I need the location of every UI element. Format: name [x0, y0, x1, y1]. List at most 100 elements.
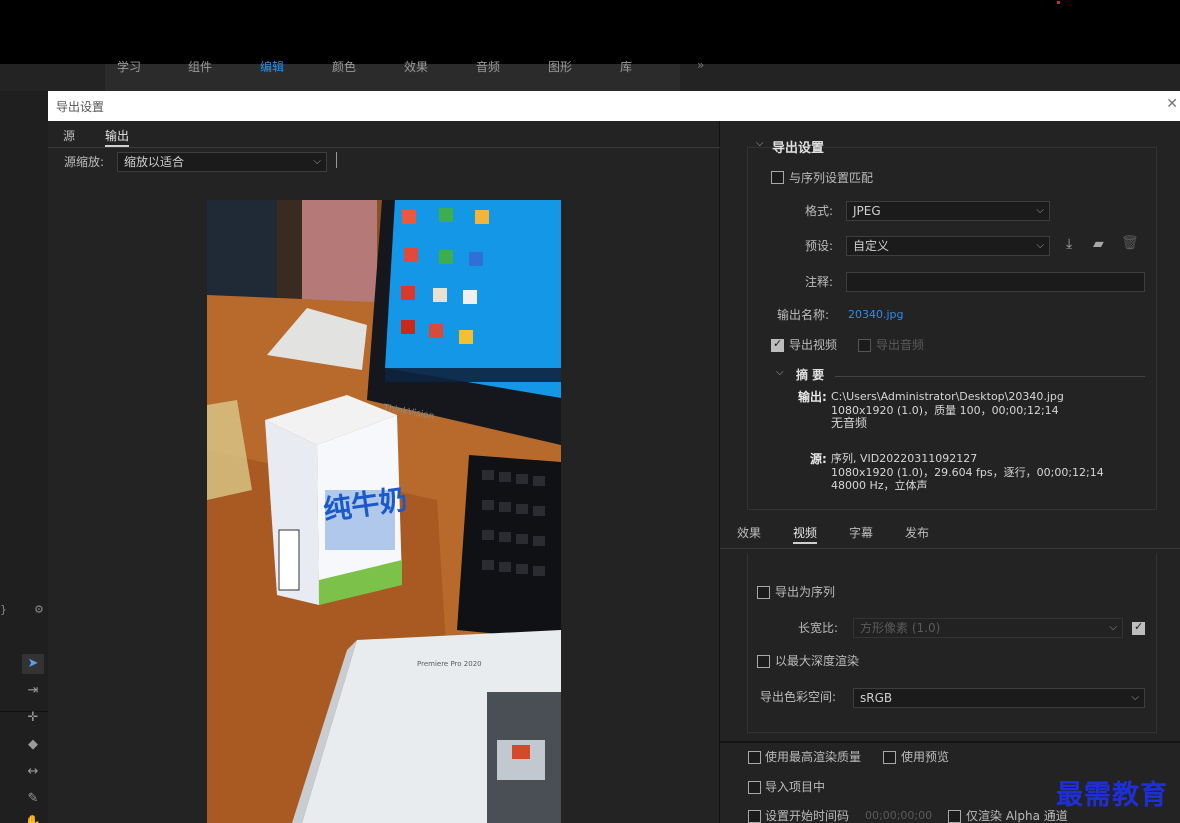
export-as-sequence-label: 导出为序列 [775, 585, 836, 599]
panel-menu-icon[interactable]: } [0, 603, 7, 616]
summary-divider [835, 376, 1145, 377]
settings-pane: ⌵ 导出设置 与序列设置匹配 格式: JPEG ⌵ 预设: 自定义 ⌵ ⤓ ▰ … [720, 121, 1180, 823]
comment-input[interactable] [846, 272, 1145, 292]
workspace-tab-libraries[interactable]: 库 [620, 58, 632, 75]
render-alpha-only-label: 仅渲染 Alpha 通道 [966, 809, 1068, 823]
max-depth-label: 以最大深度渲染 [775, 654, 860, 668]
use-previews-label: 使用预览 [901, 750, 950, 764]
download-icon[interactable]: ⤓ [1066, 236, 1072, 252]
chevron-down-icon: ⌵ [313, 156, 321, 167]
format-label: 格式: [805, 204, 834, 218]
dialog-title-bar: 导出设置 ✕ [48, 91, 1180, 121]
set-start-timecode-checkbox[interactable] [748, 810, 761, 823]
export-video-checkbox[interactable] [771, 337, 784, 352]
workspace-tab-audio[interactable]: 音频 [476, 58, 500, 75]
chevron-down-icon: ⌵ [1036, 240, 1044, 251]
app-top-bar [0, 0, 1180, 64]
start-timecode-value[interactable]: 00;00;00;00 [865, 809, 932, 822]
workspace-tab-edit[interactable]: 编辑 [260, 58, 284, 75]
preset-value: 自定义 [853, 239, 890, 253]
settings-icon[interactable]: ⚙ [34, 603, 44, 616]
preview-tabs: 源 输出 [48, 121, 720, 148]
tools-panel: } ⚙ ➤ ⇥ ✛ ◆ ↔ ✎ ✋ [0, 91, 48, 823]
summary-output-key: 输出: [798, 390, 827, 404]
track-select-tool-icon[interactable]: ⇥ [22, 681, 44, 701]
workspace-bar: 学习 组件 编辑 颜色 效果 音频 图形 库 » [0, 58, 1180, 91]
workspace-tab-effects[interactable]: 效果 [404, 58, 428, 75]
summary-heading[interactable]: ⌵ 摘 要 [776, 366, 824, 383]
summary-output-path: C:\Users\Administrator\Desktop\20340.jpg [831, 390, 1064, 403]
export-audio-label: 导出音频 [876, 338, 925, 352]
match-sequence-label: 与序列设置匹配 [789, 171, 874, 185]
selection-tool-icon[interactable]: ➤ [22, 654, 44, 674]
watermark-logo: 最需教育 [1056, 780, 1168, 811]
export-settings-dialog: 导出设置 ✕ 源 输出 源缩放: 缩放以适合 ⌵ ThinkVision 纯牛奶… [48, 91, 1180, 823]
import-into-project-checkbox[interactable] [748, 781, 761, 794]
workspace-tab-graphics[interactable]: 图形 [548, 58, 572, 75]
hand-tool-icon[interactable]: ✋ [22, 813, 44, 823]
ripple-edit-tool-icon[interactable]: ✛ [22, 708, 44, 728]
export-as-sequence-checkbox[interactable] [757, 586, 770, 599]
preview-pane: 源 输出 源缩放: 缩放以适合 ⌵ ThinkVision 纯牛奶 Premie… [48, 121, 720, 823]
source-scale-label: 源缩放: [64, 155, 105, 169]
export-settings-heading[interactable]: ⌵ 导出设置 [756, 137, 824, 156]
tab-source[interactable]: 源 [63, 127, 75, 144]
import-into-project-label: 导入项目中 [765, 780, 826, 794]
summary-source-audio: 48000 Hz，立体声 [831, 479, 928, 492]
format-select[interactable]: JPEG ⌵ [846, 201, 1050, 221]
format-value: JPEG [853, 204, 881, 218]
pen-tool-icon[interactable]: ✎ [22, 789, 44, 809]
source-scale-select[interactable]: 缩放以适合 ⌵ [117, 152, 327, 172]
chevron-down-icon: ⌵ [1036, 205, 1044, 216]
aspect-checkbox[interactable] [1132, 620, 1145, 635]
slip-tool-icon[interactable]: ↔ [22, 762, 44, 782]
output-name-link[interactable]: 20340.jpg [848, 308, 904, 321]
export-video-label: 导出视频 [789, 338, 838, 352]
output-preview-image: ThinkVision 纯牛奶 Premiere Pro 2020 [207, 200, 561, 823]
match-sequence-checkbox[interactable] [771, 171, 784, 184]
summary-source-name: 序列, VID20220311092127 [831, 452, 978, 465]
tab-effects[interactable]: 效果 [737, 524, 761, 541]
color-space-label: 导出色彩空间: [760, 690, 837, 704]
preset-select[interactable]: 自定义 ⌵ [846, 236, 1050, 256]
summary-source-key: 源: [810, 452, 827, 466]
max-depth-checkbox[interactable] [757, 655, 770, 668]
workspace-more-button[interactable]: » [697, 58, 704, 72]
collapse-chevron-down-icon: ⌵ [756, 138, 764, 149]
folder-icon[interactable]: ▰ [1093, 236, 1104, 252]
tab-video[interactable]: 视频 [793, 524, 818, 544]
comment-label: 注释: [805, 275, 834, 289]
export-audio-checkbox[interactable] [858, 339, 871, 352]
summary-output-audio: 无音频 [831, 416, 868, 430]
close-icon[interactable]: ✕ [1166, 96, 1178, 112]
max-render-quality-checkbox[interactable] [748, 751, 761, 764]
tab-captions[interactable]: 字幕 [849, 524, 873, 541]
workspace-tab-learn[interactable]: 学习 [117, 58, 141, 75]
scale-divider [336, 152, 337, 168]
summary-chevron-down-icon: ⌵ [776, 367, 784, 378]
output-name-label: 输出名称: [777, 308, 830, 322]
aspect-select[interactable]: 方形像素 (1.0) ⌵ [853, 618, 1123, 638]
razor-tool-icon[interactable]: ◆ [22, 735, 44, 755]
trash-icon[interactable]: 🗑 [1121, 235, 1139, 251]
tab-publish[interactable]: 发布 [905, 524, 929, 541]
aspect-label: 长宽比: [798, 621, 839, 635]
set-start-timecode-label: 设置开始时间码 [765, 809, 850, 823]
preview-photo: ThinkVision 纯牛奶 Premiere Pro 2020 [207, 200, 561, 823]
render-alpha-only-checkbox[interactable] [948, 810, 961, 823]
max-render-quality-label: 使用最高渲染质量 [765, 750, 862, 764]
workspace-tabs: 学习 组件 编辑 颜色 效果 音频 图形 库 [105, 60, 680, 91]
color-space-select[interactable]: sRGB ⌵ [853, 688, 1145, 708]
preset-label: 预设: [805, 239, 834, 253]
summary-source-details: 1080x1920 (1.0)，29.604 fps，逐行，00;00;12;1… [831, 466, 1104, 479]
settings-tabs: 效果 视频 字幕 发布 [720, 521, 1180, 549]
workspace-tab-color[interactable]: 颜色 [332, 58, 356, 75]
color-space-value: sRGB [860, 691, 893, 705]
tab-output[interactable]: 输出 [105, 127, 130, 147]
aspect-value: 方形像素 (1.0) [860, 621, 941, 635]
source-scale-value: 缩放以适合 [124, 155, 185, 169]
dialog-title: 导出设置 [56, 100, 105, 114]
use-previews-checkbox[interactable] [883, 751, 896, 764]
svg-text:Premiere Pro 2020: Premiere Pro 2020 [417, 660, 482, 668]
workspace-tab-assembly[interactable]: 组件 [188, 58, 212, 75]
